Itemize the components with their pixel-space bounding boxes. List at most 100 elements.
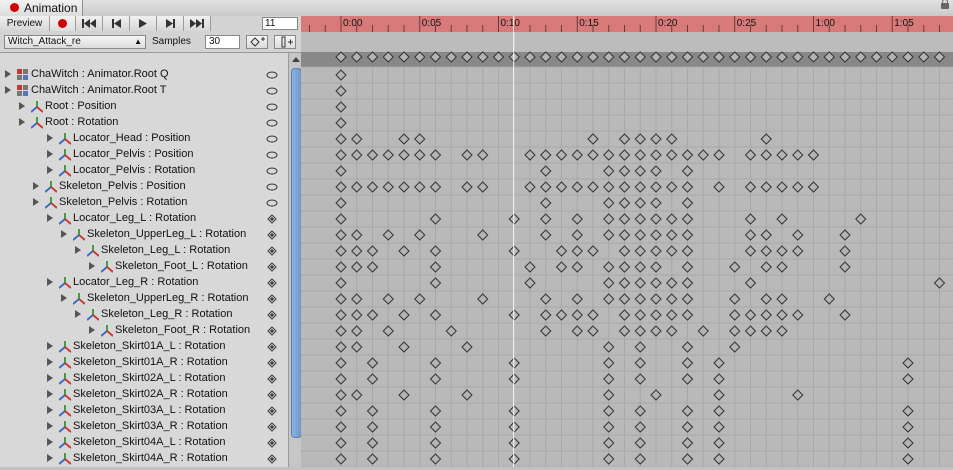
expand-arrow-icon[interactable] xyxy=(47,358,53,366)
expand-arrow-icon[interactable] xyxy=(47,278,53,286)
dopesheet[interactable]: 0:00 0:05 0:10 0:15 0:20 0:25 1:00 1:05 xyxy=(301,16,953,468)
preview-button[interactable]: Preview xyxy=(0,16,50,31)
window-title: Animation xyxy=(24,1,78,15)
visibility-icon[interactable] xyxy=(266,69,278,81)
scroll-up-icon[interactable] xyxy=(292,57,300,62)
property-row[interactable]: Locator_Pelvis : Position xyxy=(0,147,288,163)
animation-tab[interactable]: Animation xyxy=(0,0,83,16)
visibility-icon[interactable] xyxy=(266,149,278,161)
property-row[interactable]: Locator_Head : Position xyxy=(0,131,288,147)
property-row[interactable]: Skeleton_Skirt02A_L : Rotation xyxy=(0,371,288,387)
keyframe-toggle-icon[interactable] xyxy=(266,261,278,273)
keyframe-toggle-icon[interactable] xyxy=(266,309,278,321)
property-row[interactable]: Root : Rotation xyxy=(0,115,288,131)
property-row[interactable]: Skeleton_Pelvis : Position xyxy=(0,179,288,195)
keyframe-toggle-icon[interactable] xyxy=(266,373,278,385)
property-scrollbar[interactable] xyxy=(288,53,302,467)
property-row[interactable]: Locator_Leg_R : Rotation xyxy=(0,275,288,291)
property-row[interactable]: Root : Position xyxy=(0,99,288,115)
property-row[interactable]: Skeleton_Foot_R : Rotation xyxy=(0,323,288,339)
playback-toolbar: Preview 11 xyxy=(0,16,301,33)
keyframe-toggle-icon[interactable] xyxy=(266,229,278,241)
expand-arrow-icon[interactable] xyxy=(47,134,53,142)
expand-arrow-icon[interactable] xyxy=(47,374,53,382)
expand-arrow-icon[interactable] xyxy=(47,438,53,446)
property-row[interactable]: Skeleton_Leg_R : Rotation xyxy=(0,307,288,323)
expand-arrow-icon[interactable] xyxy=(61,294,67,302)
visibility-icon[interactable] xyxy=(266,101,278,113)
step-back-icon xyxy=(111,19,121,28)
property-row[interactable]: ChaWitch : Animator.Root Q xyxy=(0,67,288,83)
clip-dropdown[interactable]: Witch_Attack_re ▲︎ xyxy=(4,35,146,49)
keyframe-toggle-icon[interactable] xyxy=(266,437,278,449)
expand-arrow-icon[interactable] xyxy=(5,70,11,78)
frame-field[interactable]: 11 xyxy=(262,17,298,30)
prev-keyframe-button[interactable] xyxy=(103,16,130,31)
property-row[interactable]: Skeleton_Skirt04A_L : Rotation xyxy=(0,435,288,451)
expand-arrow-icon[interactable] xyxy=(47,166,53,174)
expand-arrow-icon[interactable] xyxy=(33,198,39,206)
animator-icon xyxy=(17,69,29,81)
keyframe-toggle-icon[interactable] xyxy=(266,389,278,401)
samples-field[interactable]: 30 xyxy=(205,35,240,49)
property-row[interactable]: Skeleton_Skirt01A_R : Rotation xyxy=(0,355,288,371)
property-row[interactable]: Skeleton_Foot_L : Rotation xyxy=(0,259,288,275)
keyframe-toggle-icon[interactable] xyxy=(266,405,278,417)
expand-arrow-icon[interactable] xyxy=(19,118,25,126)
expand-arrow-icon[interactable] xyxy=(47,214,53,222)
property-row[interactable]: Skeleton_Leg_L : Rotation xyxy=(0,243,288,259)
property-row[interactable]: Skeleton_Skirt01A_L : Rotation xyxy=(0,339,288,355)
keyframe-toggle-icon[interactable] xyxy=(266,325,278,337)
expand-arrow-icon[interactable] xyxy=(47,390,53,398)
property-row[interactable]: Skeleton_Skirt03A_L : Rotation xyxy=(0,403,288,419)
visibility-icon[interactable] xyxy=(266,197,278,209)
expand-arrow-icon[interactable] xyxy=(89,262,95,270)
property-row[interactable]: Locator_Leg_L : Rotation xyxy=(0,211,288,227)
expand-arrow-icon[interactable] xyxy=(47,406,53,414)
property-row[interactable]: Skeleton_Skirt04A_R : Rotation xyxy=(0,451,288,467)
dopesheet-canvas[interactable]: 0:00 0:05 0:10 0:15 0:20 0:25 1:00 1:05 xyxy=(301,16,953,468)
visibility-icon[interactable] xyxy=(266,133,278,145)
keyframe-toggle-icon[interactable] xyxy=(266,293,278,305)
expand-arrow-icon[interactable] xyxy=(5,86,11,94)
expand-arrow-icon[interactable] xyxy=(47,454,53,462)
expand-arrow-icon[interactable] xyxy=(61,230,67,238)
property-row[interactable]: Locator_Pelvis : Rotation xyxy=(0,163,288,179)
expand-arrow-icon[interactable] xyxy=(33,182,39,190)
visibility-icon[interactable] xyxy=(266,85,278,97)
transform-icon xyxy=(58,149,72,161)
visibility-icon[interactable] xyxy=(266,181,278,193)
expand-arrow-icon[interactable] xyxy=(47,422,53,430)
play-button[interactable] xyxy=(130,16,157,31)
property-row[interactable]: ChaWitch : Animator.Root T xyxy=(0,83,288,99)
expand-arrow-icon[interactable] xyxy=(19,102,25,110)
add-event-button[interactable] xyxy=(274,35,296,49)
lock-icon[interactable] xyxy=(941,0,949,9)
visibility-icon[interactable] xyxy=(266,165,278,177)
expand-arrow-icon[interactable] xyxy=(47,150,53,158)
property-row[interactable]: Skeleton_UpperLeg_L : Rotation xyxy=(0,227,288,243)
keyframe-toggle-icon[interactable] xyxy=(266,453,278,465)
expand-arrow-icon[interactable] xyxy=(75,246,81,254)
transform-icon xyxy=(100,261,114,273)
last-keyframe-button[interactable] xyxy=(184,16,211,31)
keyframe-toggle-icon[interactable] xyxy=(266,421,278,433)
keyframe-toggle-icon[interactable] xyxy=(266,245,278,257)
expand-arrow-icon[interactable] xyxy=(75,310,81,318)
first-keyframe-button[interactable] xyxy=(76,16,103,31)
visibility-icon[interactable] xyxy=(266,117,278,129)
property-row[interactable]: Skeleton_Pelvis : Rotation xyxy=(0,195,288,211)
property-row[interactable]: Skeleton_Skirt02A_R : Rotation xyxy=(0,387,288,403)
keyframe-toggle-icon[interactable] xyxy=(266,357,278,369)
expand-arrow-icon[interactable] xyxy=(47,342,53,350)
keyframe-toggle-icon[interactable] xyxy=(266,277,278,289)
record-button[interactable] xyxy=(50,16,76,31)
property-label: Skeleton_Pelvis : Position xyxy=(59,180,186,192)
expand-arrow-icon[interactable] xyxy=(89,326,95,334)
property-row[interactable]: Skeleton_Skirt03A_R : Rotation xyxy=(0,419,288,435)
keyframe-toggle-icon[interactable] xyxy=(266,341,278,353)
property-row[interactable]: Skeleton_UpperLeg_R : Rotation xyxy=(0,291,288,307)
next-keyframe-button[interactable] xyxy=(157,16,184,31)
keyframe-toggle-icon[interactable] xyxy=(266,213,278,225)
add-keyframe-button[interactable] xyxy=(246,35,268,49)
